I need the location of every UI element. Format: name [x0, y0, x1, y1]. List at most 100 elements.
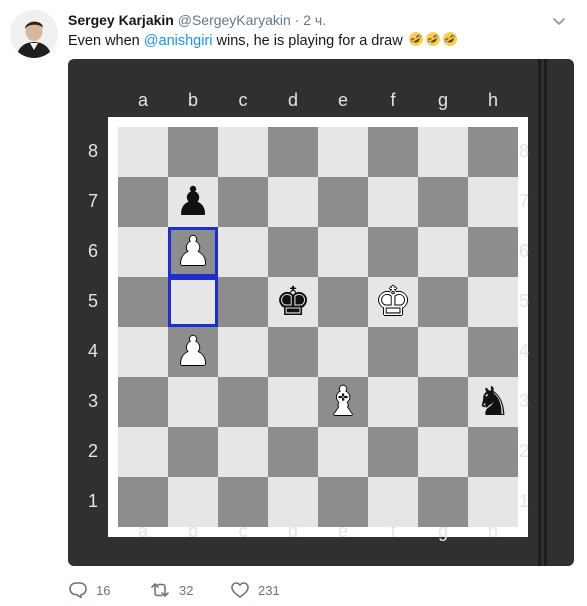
square-f4[interactable]	[368, 327, 418, 377]
square-c3[interactable]	[218, 377, 268, 427]
square-h5[interactable]	[468, 277, 518, 327]
file-label-h-bottom: h	[487, 521, 498, 541]
rolling-laughing-emoji-icon	[425, 31, 440, 46]
square-g2[interactable]	[418, 427, 468, 477]
chevron-down-icon[interactable]	[552, 14, 566, 28]
square-d6[interactable]	[268, 227, 318, 277]
square-b3[interactable]	[168, 377, 218, 427]
square-f2[interactable]	[368, 427, 418, 477]
square-a3[interactable]	[118, 377, 168, 427]
tweet-text-start: Even when	[68, 33, 144, 49]
like-button[interactable]: 231	[230, 579, 280, 601]
square-a1[interactable]	[118, 477, 168, 527]
file-label-c-bottom: c	[238, 521, 248, 541]
square-c7[interactable]	[218, 177, 268, 227]
white-king-f5[interactable]: ♚	[368, 277, 418, 327]
mention-link[interactable]: @anishgiri	[144, 33, 213, 49]
square-c6[interactable]	[218, 227, 268, 277]
square-g1[interactable]	[418, 477, 468, 527]
highlight-b5	[168, 277, 218, 327]
retweet-button[interactable]: 32	[149, 579, 193, 601]
square-b1[interactable]	[168, 477, 218, 527]
author-handle[interactable]: @SergeyKaryakin	[178, 12, 291, 28]
square-g8[interactable]	[418, 127, 468, 177]
rank-label-1-right: 1	[518, 491, 529, 511]
square-h6[interactable]	[468, 227, 518, 277]
square-g5[interactable]	[418, 277, 468, 327]
square-e8[interactable]	[318, 127, 368, 177]
square-d8[interactable]	[268, 127, 318, 177]
square-d2[interactable]	[268, 427, 318, 477]
square-c8[interactable]	[218, 127, 268, 177]
square-d4[interactable]	[268, 327, 318, 377]
rank-label-4-right: 4	[518, 341, 529, 361]
tweet-header: Sergey Karjakin @SergeyKaryakin · 2 ч.	[68, 11, 326, 29]
square-c4[interactable]	[218, 327, 268, 377]
square-g3[interactable]	[418, 377, 468, 427]
square-a8[interactable]	[118, 127, 168, 177]
board-rail	[544, 59, 547, 566]
square-e4[interactable]	[318, 327, 368, 377]
square-h1[interactable]	[468, 477, 518, 527]
file-label-g-top: g	[437, 90, 448, 110]
white-pawn-b4[interactable]: ♟	[168, 327, 218, 377]
black-knight-h3[interactable]: ♞	[468, 377, 518, 427]
square-c1[interactable]	[218, 477, 268, 527]
square-c2[interactable]	[218, 427, 268, 477]
avatar-photo	[10, 10, 58, 58]
square-h4[interactable]	[468, 327, 518, 377]
square-e1[interactable]	[318, 477, 368, 527]
tweet-timestamp[interactable]: 2 ч.	[303, 12, 326, 28]
retweet-count: 32	[179, 582, 194, 598]
square-a7[interactable]	[118, 177, 168, 227]
square-g7[interactable]	[418, 177, 468, 227]
square-d7[interactable]	[268, 177, 318, 227]
square-a2[interactable]	[118, 427, 168, 477]
rolling-laughing-emoji-icon	[442, 31, 457, 46]
rolling-laughing-emoji-icon	[408, 31, 423, 46]
square-d1[interactable]	[268, 477, 318, 527]
black-pawn-b7[interactable]: ♟	[168, 177, 218, 227]
author-name[interactable]: Sergey Karjakin	[68, 12, 174, 28]
square-h7[interactable]	[468, 177, 518, 227]
square-f1[interactable]	[368, 477, 418, 527]
square-h2[interactable]	[468, 427, 518, 477]
rank-label-7-right: 7	[518, 191, 529, 211]
square-d3[interactable]	[268, 377, 318, 427]
rank-label-6-left: 6	[87, 241, 98, 261]
square-a4[interactable]	[118, 327, 168, 377]
square-e5[interactable]	[318, 277, 368, 327]
file-label-e-bottom: e	[337, 521, 348, 541]
square-a5[interactable]	[118, 277, 168, 327]
rank-label-5-left: 5	[87, 291, 98, 311]
avatar[interactable]	[10, 10, 58, 58]
square-e2[interactable]	[318, 427, 368, 477]
file-label-f-top: f	[390, 90, 396, 110]
square-c5[interactable]	[218, 277, 268, 327]
rank-label-3-left: 3	[87, 391, 98, 411]
like-count: 231	[258, 582, 280, 598]
file-label-g-bottom: g	[437, 521, 448, 541]
square-e7[interactable]	[318, 177, 368, 227]
square-f3[interactable]	[368, 377, 418, 427]
square-f7[interactable]	[368, 177, 418, 227]
square-g4[interactable]	[418, 327, 468, 377]
file-label-a-bottom: a	[137, 521, 148, 541]
rank-label-8-left: 8	[87, 141, 98, 161]
square-b2[interactable]	[168, 427, 218, 477]
square-g6[interactable]	[418, 227, 468, 277]
square-f6[interactable]	[368, 227, 418, 277]
reply-icon	[69, 582, 87, 599]
black-king-d5[interactable]: ♚	[268, 277, 318, 327]
square-a6[interactable]	[118, 227, 168, 277]
rank-label-8-right: 8	[518, 141, 529, 161]
white-bishop-e3[interactable]: ♝	[318, 377, 368, 427]
square-e6[interactable]	[318, 227, 368, 277]
reply-button[interactable]: 16	[68, 579, 110, 601]
separator-dot: ·	[294, 12, 300, 28]
square-f8[interactable]	[368, 127, 418, 177]
chess-board-image[interactable]: ♟ ♟ ♟ ♚ ♚ ♝ ♞ aabbccddeeffgghh8877665544332211	[68, 59, 574, 566]
white-pawn-b6[interactable]: ♟	[168, 227, 218, 277]
square-b8[interactable]	[168, 127, 218, 177]
square-h8[interactable]	[468, 127, 518, 177]
